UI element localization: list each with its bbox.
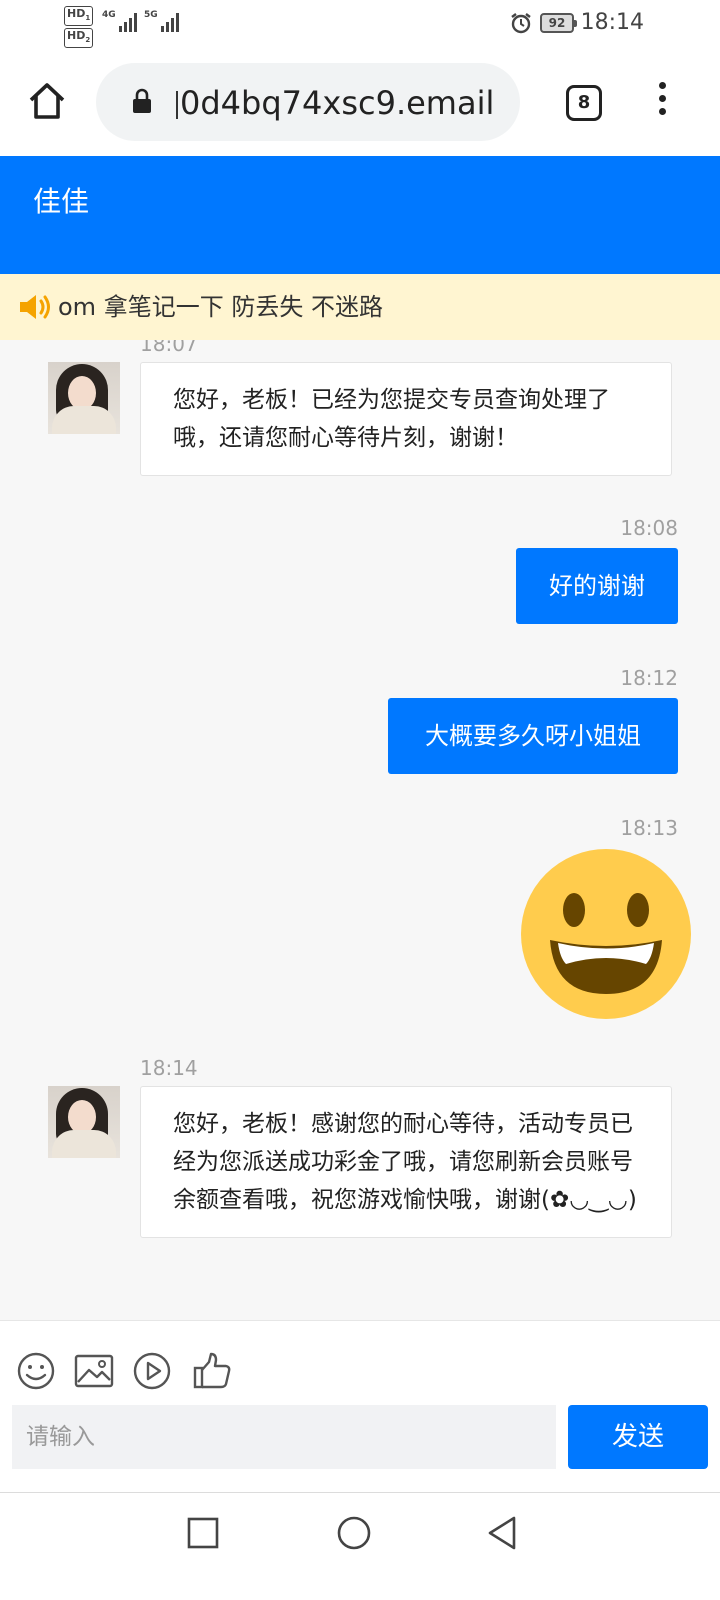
grinning-face-emoji xyxy=(521,849,691,1019)
message-timestamp: 18:14 xyxy=(140,1056,198,1080)
browser-toolbar: 0d4bq74xsc9.email 8 xyxy=(0,50,720,156)
thumbs-up-icon[interactable] xyxy=(192,1351,232,1391)
image-icon[interactable] xyxy=(74,1351,114,1391)
tab-switcher-button[interactable]: 8 xyxy=(566,85,602,121)
signal-icon: 5G xyxy=(144,10,179,32)
message-timestamp: 18:12 xyxy=(620,666,678,690)
hd-voice-icon: HD1 xyxy=(64,6,94,27)
url-text[interactable]: 0d4bq74xsc9.email xyxy=(176,83,506,123)
agent-avatar xyxy=(48,362,120,434)
recent-apps-icon[interactable] xyxy=(183,1513,223,1553)
status-bar: HD1 HD2 4G 5G 92 18:14 xyxy=(0,0,720,50)
back-icon[interactable] xyxy=(484,1513,524,1553)
message-input[interactable] xyxy=(12,1405,556,1469)
agent-avatar xyxy=(48,1086,120,1158)
notice-text: om 拿笔记一下 防丢失 不迷路 xyxy=(58,293,383,321)
message-timestamp: 18:07 xyxy=(140,340,198,356)
status-time: 18:14 xyxy=(580,10,644,35)
send-button[interactable]: 发送 xyxy=(568,1405,708,1469)
video-icon[interactable] xyxy=(132,1351,172,1391)
agent-name: 佳佳 xyxy=(33,185,90,218)
outgoing-message: 好的谢谢 xyxy=(516,548,678,624)
chat-header: 佳佳 xyxy=(0,156,720,274)
home-icon[interactable] xyxy=(26,80,68,122)
message-list: 18:07 您好，老板！已经为您提交专员查询处理了哦，还请您耐心等待片刻，谢谢！… xyxy=(0,340,720,1320)
battery-icon: 92 xyxy=(540,13,577,33)
address-bar[interactable]: 0d4bq74xsc9.email xyxy=(96,63,520,141)
lock-icon xyxy=(133,88,151,113)
system-nav-bar xyxy=(0,1492,720,1600)
signal-icon: 4G xyxy=(102,10,137,32)
message-timestamp: 18:08 xyxy=(620,516,678,540)
more-menu-icon[interactable] xyxy=(652,82,672,122)
speaker-icon xyxy=(20,295,50,319)
message-timestamp: 18:13 xyxy=(620,816,678,840)
composer: 发送 xyxy=(0,1320,720,1492)
hd-voice-icon: HD2 xyxy=(64,28,94,49)
emoji-icon[interactable] xyxy=(16,1351,56,1391)
alarm-icon xyxy=(511,13,531,34)
incoming-message: 您好，老板！已经为您提交专员查询处理了哦，还请您耐心等待片刻，谢谢！ xyxy=(140,362,672,476)
notice-banner: om 拿笔记一下 防丢失 不迷路 xyxy=(0,274,720,340)
incoming-message: 您好，老板！感谢您的耐心等待，活动专员已经为您派送成功彩金了哦，请您刷新会员账号… xyxy=(140,1086,672,1238)
home-circle-icon[interactable] xyxy=(334,1513,374,1553)
outgoing-message: 大概要多久呀小姐姐 xyxy=(388,698,678,774)
